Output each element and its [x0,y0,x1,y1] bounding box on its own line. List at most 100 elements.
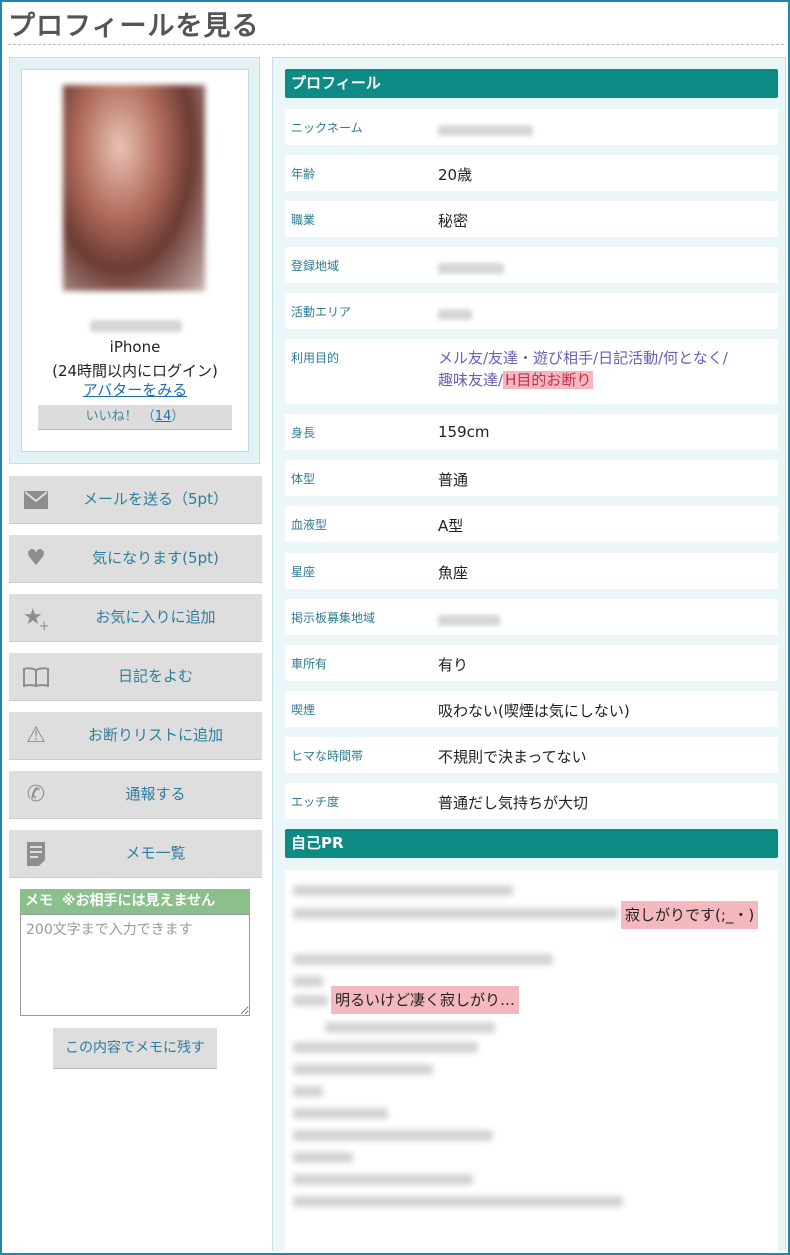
row-age: 年齢 20歳 [285,155,778,191]
row-label: 星座 [291,565,316,579]
row-label: ニックネーム [291,121,363,135]
self-pr-highlight: 明るいけど凄く寂しがり… [331,986,520,1014]
add-favorite-label: お気に入りに追加 [95,608,216,626]
profile-photo[interactable] [63,85,205,291]
area-value-hidden [438,305,472,323]
row-value: A型 [438,517,464,535]
like-button[interactable]: いいね！ （14） [38,405,232,430]
memo-title: メモ [25,893,53,909]
blurred-text [293,995,328,1006]
row-value: 普通だし気持ちが大切 [438,794,589,812]
row-car: 車所有 有り [285,645,778,681]
book-icon [23,664,49,690]
phone-icon: ✆ [26,782,46,807]
interested-button[interactable]: ♥ 気になります(5pt) [9,535,262,583]
block-list-button[interactable]: ⚠ お断りリストに追加 [9,712,262,760]
memo-icon [23,841,49,867]
row-label: 掲示板募集地域 [291,611,376,625]
row-smoking: 喫煙 吸わない(喫煙は気にしない) [285,691,778,727]
purpose-value: メル友/友達・遊び相手/日記活動/何となく/ 趣味友達/H目的お断り [438,347,768,391]
read-diary-button[interactable]: 日記をよむ [9,653,262,701]
blurred-text [293,1064,433,1075]
blurred-text [293,1130,493,1141]
title-divider [8,44,784,45]
memo-note: ※お相手には見えません [61,893,216,909]
row-label: 利用目的 [291,351,340,365]
memo-header: メモ ※お相手には見えません [20,889,250,914]
login-status: (24時間以内にログイン) [52,362,218,380]
purpose-line1: メル友/友達・遊び相手/日記活動/何となく/ [438,349,728,367]
row-label: 職業 [291,213,316,227]
device-label: iPhone [109,338,161,356]
interested-label: 気になります(5pt) [92,549,219,567]
row-label: ヒマな時間帯 [291,749,364,763]
row-value: 秘密 [438,212,469,230]
send-mail-label: メールを送る（5pt） [83,490,228,508]
add-favorite-button[interactable]: ★+ お気に入りに追加 [9,594,262,642]
avatar-link[interactable]: アバターをみる [22,379,248,400]
row-value: 吸わない(喫煙は気にしない) [438,702,630,720]
report-button[interactable]: ✆ 通報する [9,771,262,819]
memo-list-button[interactable]: メモ一覧 [9,830,262,878]
row-label: 活動エリア [291,305,352,319]
profile-card-inner: iPhone (24時間以内にログイン) アバターをみる いいね！ （14） [21,69,249,452]
row-nickname: ニックネーム [285,109,778,145]
row-board-region: 掲示板募集地域 [285,599,778,635]
self-pr-heading: 自己PR [285,829,778,858]
heart-icon: ♥ [26,546,46,571]
page-title: プロフィールを見る [8,11,260,42]
row-label: 年齢 [291,167,316,181]
row-value: 有り [438,656,469,674]
blurred-text [293,885,513,896]
purpose-line2: 趣味友達/ [438,371,504,389]
blurred-text [325,1022,495,1033]
blurred-text [293,976,323,987]
row-blood-type: 血液型 A型 [285,506,778,542]
block-list-label: お断りリストに追加 [87,726,223,744]
row-purpose: 利用目的 メル友/友達・遊び相手/日記活動/何となく/ 趣味友達/H目的お断り [285,339,778,404]
nickname-value-hidden [438,121,533,139]
like-count[interactable]: 14 [155,409,172,424]
self-pr-highlight: 寂しがりです(;_・) [621,901,759,929]
blurred-text [293,908,618,919]
blurred-text [293,954,553,965]
warning-icon: ⚠ [26,723,46,748]
region-value-hidden [438,259,504,277]
row-label: 身長 [291,426,316,440]
nickname-hidden [90,320,182,332]
like-label: いいね！ [85,409,138,424]
row-body-type: 体型 普通 [285,460,778,496]
read-diary-label: 日記をよむ [117,667,193,685]
row-value: 159cm [438,423,490,441]
row-activity-area: 活動エリア [285,293,778,329]
blurred-text [293,1086,323,1097]
row-label: 登録地域 [291,259,340,273]
row-label: 喫煙 [291,703,316,717]
memo-input[interactable] [20,914,250,1016]
row-occupation: 職業 秘密 [285,201,778,237]
blurred-text [293,1196,623,1207]
send-mail-button[interactable]: メールを送る（5pt） [9,476,262,524]
row-value: 20歳 [438,166,473,184]
row-label: 車所有 [291,657,328,671]
row-free-time: ヒマな時間帯 不規則で決まってない [285,737,778,773]
memo-save-button[interactable]: この内容でメモに残す [53,1028,217,1069]
blurred-text [293,1108,388,1119]
blurred-text [293,1042,478,1053]
report-label: 通報する [125,785,186,803]
row-height: 身長 159cm [285,414,778,450]
board-region-value-hidden [438,611,500,629]
star-add-icon: ★+ [23,605,50,634]
memo-list-label: メモ一覧 [125,844,186,862]
row-value: 普通 [438,471,469,489]
purpose-ng-badge: H目的お断り [503,371,594,389]
profile-heading: プロフィール [285,69,778,98]
row-label: 血液型 [291,518,328,532]
row-label: エッチ度 [291,795,340,809]
row-value: 魚座 [438,564,469,582]
row-label: 体型 [291,472,316,486]
like-count-wrap: （14） [141,409,185,424]
row-region: 登録地域 [285,247,778,283]
blurred-text [293,1174,473,1185]
row-h-level: エッチ度 普通だし気持ちが大切 [285,783,778,819]
